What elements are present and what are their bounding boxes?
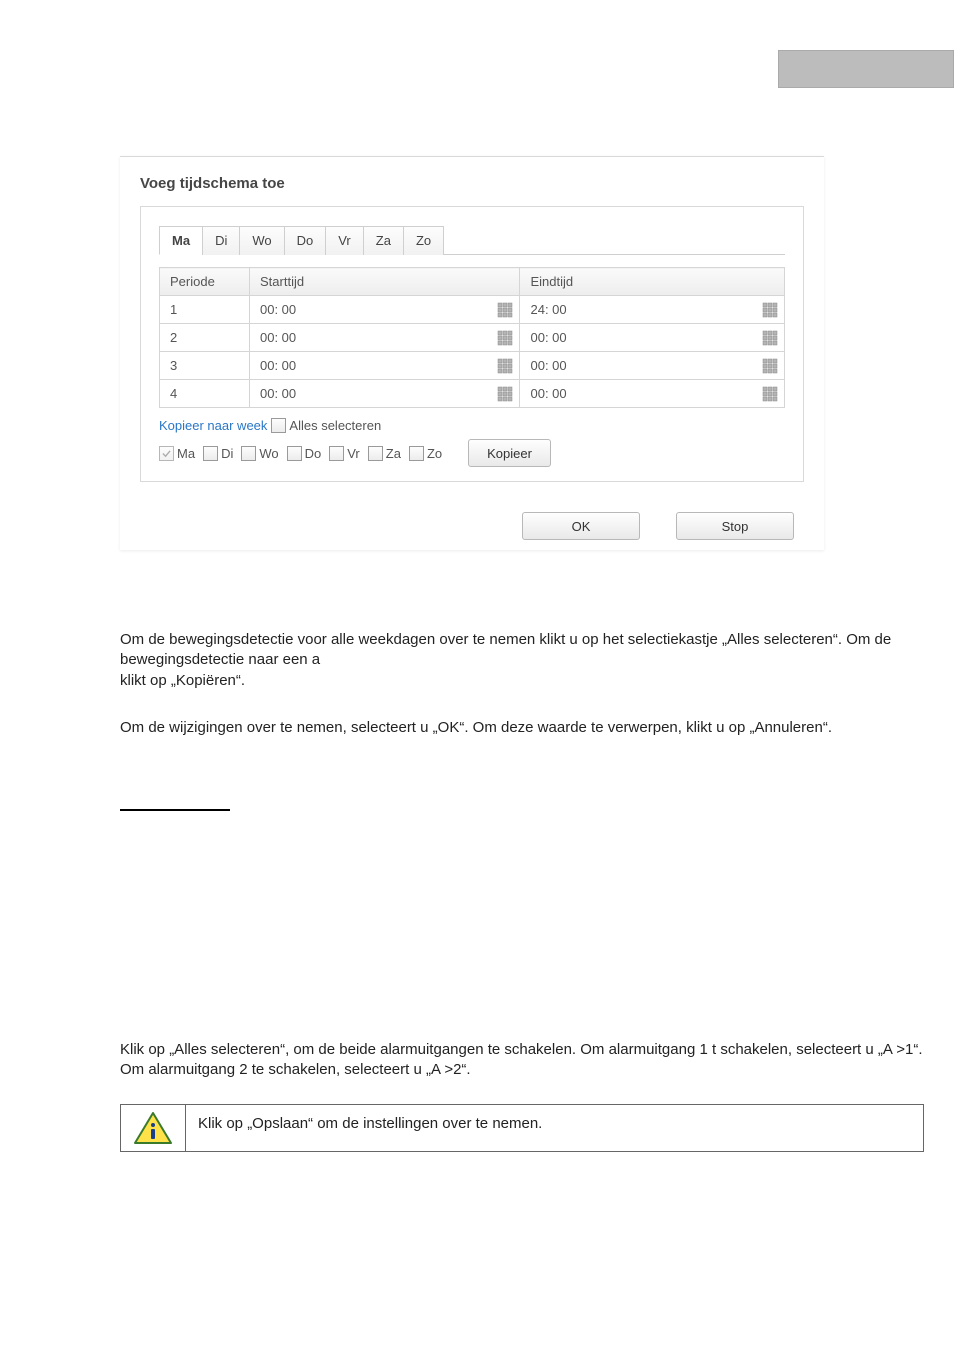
tab-label: Do bbox=[297, 233, 314, 248]
info-icon bbox=[121, 1105, 186, 1151]
day-label: Ma bbox=[177, 446, 195, 461]
day-label: Vr bbox=[347, 446, 360, 461]
time-value: 00: 00 bbox=[260, 358, 296, 373]
blank-underline bbox=[120, 808, 230, 811]
time-value: 00: 00 bbox=[530, 386, 566, 401]
table-row: 1 00: 00 24: 00 bbox=[160, 296, 785, 324]
periode-cell: 3 bbox=[160, 352, 250, 380]
time-picker-icon[interactable] bbox=[762, 330, 778, 346]
tab-label: Di bbox=[215, 233, 227, 248]
ok-label: OK bbox=[572, 519, 591, 534]
schedule-dialog: Voeg tijdschema toe Ma Di Wo Do Vr Za Zo… bbox=[120, 156, 824, 550]
paragraph-2: Om de wijzigingen over te nemen, selecte… bbox=[120, 718, 924, 738]
paragraph-3: Klik op „Alles selecteren“, om de beide … bbox=[120, 1040, 924, 1081]
header-placeholder bbox=[778, 50, 954, 88]
time-value: 24: 00 bbox=[530, 302, 566, 317]
time-value: 00: 00 bbox=[260, 302, 296, 317]
tab-label: Ma bbox=[172, 233, 190, 248]
end-cell[interactable]: 00: 00 bbox=[520, 324, 785, 352]
tab-label: Wo bbox=[252, 233, 271, 248]
tab-za[interactable]: Za bbox=[363, 226, 404, 255]
time-picker-icon[interactable] bbox=[497, 358, 513, 374]
time-value: 00: 00 bbox=[530, 358, 566, 373]
paragraph-1: Om de bewegingsdetectie voor alle weekda… bbox=[120, 630, 924, 691]
day-label: Zo bbox=[427, 446, 442, 461]
stop-button[interactable]: Stop bbox=[676, 512, 794, 540]
end-cell[interactable]: 00: 00 bbox=[520, 380, 785, 408]
start-cell[interactable]: 00: 00 bbox=[250, 380, 520, 408]
copy-day-vr[interactable]: Vr bbox=[329, 446, 360, 461]
tab-zo[interactable]: Zo bbox=[403, 226, 444, 255]
dialog-title: Voeg tijdschema toe bbox=[120, 157, 824, 206]
time-picker-icon[interactable] bbox=[762, 358, 778, 374]
tab-do[interactable]: Do bbox=[284, 226, 327, 255]
start-cell[interactable]: 00: 00 bbox=[250, 324, 520, 352]
copy-day-di[interactable]: Di bbox=[203, 446, 233, 461]
copy-button-label: Kopieer bbox=[487, 446, 532, 461]
copy-days-row: Ma Di Wo Do Vr Za Zo Kopieer bbox=[159, 439, 785, 467]
time-picker-icon[interactable] bbox=[497, 330, 513, 346]
stop-label: Stop bbox=[722, 519, 749, 534]
col-eindtijd: Eindtijd bbox=[520, 268, 785, 296]
tab-label: Zo bbox=[416, 233, 431, 248]
time-picker-icon[interactable] bbox=[762, 386, 778, 402]
tab-di[interactable]: Di bbox=[202, 226, 240, 255]
copy-day-do[interactable]: Do bbox=[287, 446, 322, 461]
time-picker-icon[interactable] bbox=[762, 302, 778, 318]
day-tabs: Ma Di Wo Do Vr Za Zo bbox=[159, 225, 785, 255]
copy-day-za[interactable]: Za bbox=[368, 446, 401, 461]
end-cell[interactable]: 24: 00 bbox=[520, 296, 785, 324]
start-cell[interactable]: 00: 00 bbox=[250, 296, 520, 324]
periode-cell: 2 bbox=[160, 324, 250, 352]
time-value: 00: 00 bbox=[260, 386, 296, 401]
tab-wo[interactable]: Wo bbox=[239, 226, 284, 255]
dialog-button-row: OK Stop bbox=[120, 498, 824, 540]
select-all-label: Alles selecteren bbox=[289, 418, 381, 433]
table-row: 2 00: 00 00: 00 bbox=[160, 324, 785, 352]
time-picker-icon[interactable] bbox=[497, 302, 513, 318]
copy-day-ma[interactable]: Ma bbox=[159, 446, 195, 461]
start-cell[interactable]: 00: 00 bbox=[250, 352, 520, 380]
day-label: Do bbox=[305, 446, 322, 461]
tab-ma[interactable]: Ma bbox=[159, 226, 203, 255]
tab-vr[interactable]: Vr bbox=[325, 226, 364, 255]
copy-button[interactable]: Kopieer bbox=[468, 439, 551, 467]
table-row: 3 00: 00 00: 00 bbox=[160, 352, 785, 380]
tab-label: Vr bbox=[338, 233, 351, 248]
copy-day-wo[interactable]: Wo bbox=[241, 446, 278, 461]
periode-cell: 4 bbox=[160, 380, 250, 408]
copy-day-zo[interactable]: Zo bbox=[409, 446, 442, 461]
time-value: 00: 00 bbox=[260, 330, 296, 345]
info-note-text: Klik op „Opslaan“ om de instellingen ove… bbox=[186, 1105, 923, 1151]
info-note: Klik op „Opslaan“ om de instellingen ove… bbox=[120, 1104, 924, 1152]
copy-to-week-link[interactable]: Kopieer naar week bbox=[159, 418, 267, 433]
day-label: Wo bbox=[259, 446, 278, 461]
periode-cell: 1 bbox=[160, 296, 250, 324]
tab-label: Za bbox=[376, 233, 391, 248]
time-picker-icon[interactable] bbox=[497, 386, 513, 402]
select-all-checkbox[interactable]: Alles selecteren bbox=[271, 418, 381, 433]
day-label: Za bbox=[386, 446, 401, 461]
schedule-table: Periode Starttijd Eindtijd 1 00: 00 24: … bbox=[159, 267, 785, 408]
ok-button[interactable]: OK bbox=[522, 512, 640, 540]
col-starttijd: Starttijd bbox=[250, 268, 520, 296]
day-label: Di bbox=[221, 446, 233, 461]
end-cell[interactable]: 00: 00 bbox=[520, 352, 785, 380]
table-row: 4 00: 00 00: 00 bbox=[160, 380, 785, 408]
col-periode: Periode bbox=[160, 268, 250, 296]
time-value: 00: 00 bbox=[530, 330, 566, 345]
copy-row: Kopieer naar week Alles selecteren bbox=[159, 418, 785, 433]
